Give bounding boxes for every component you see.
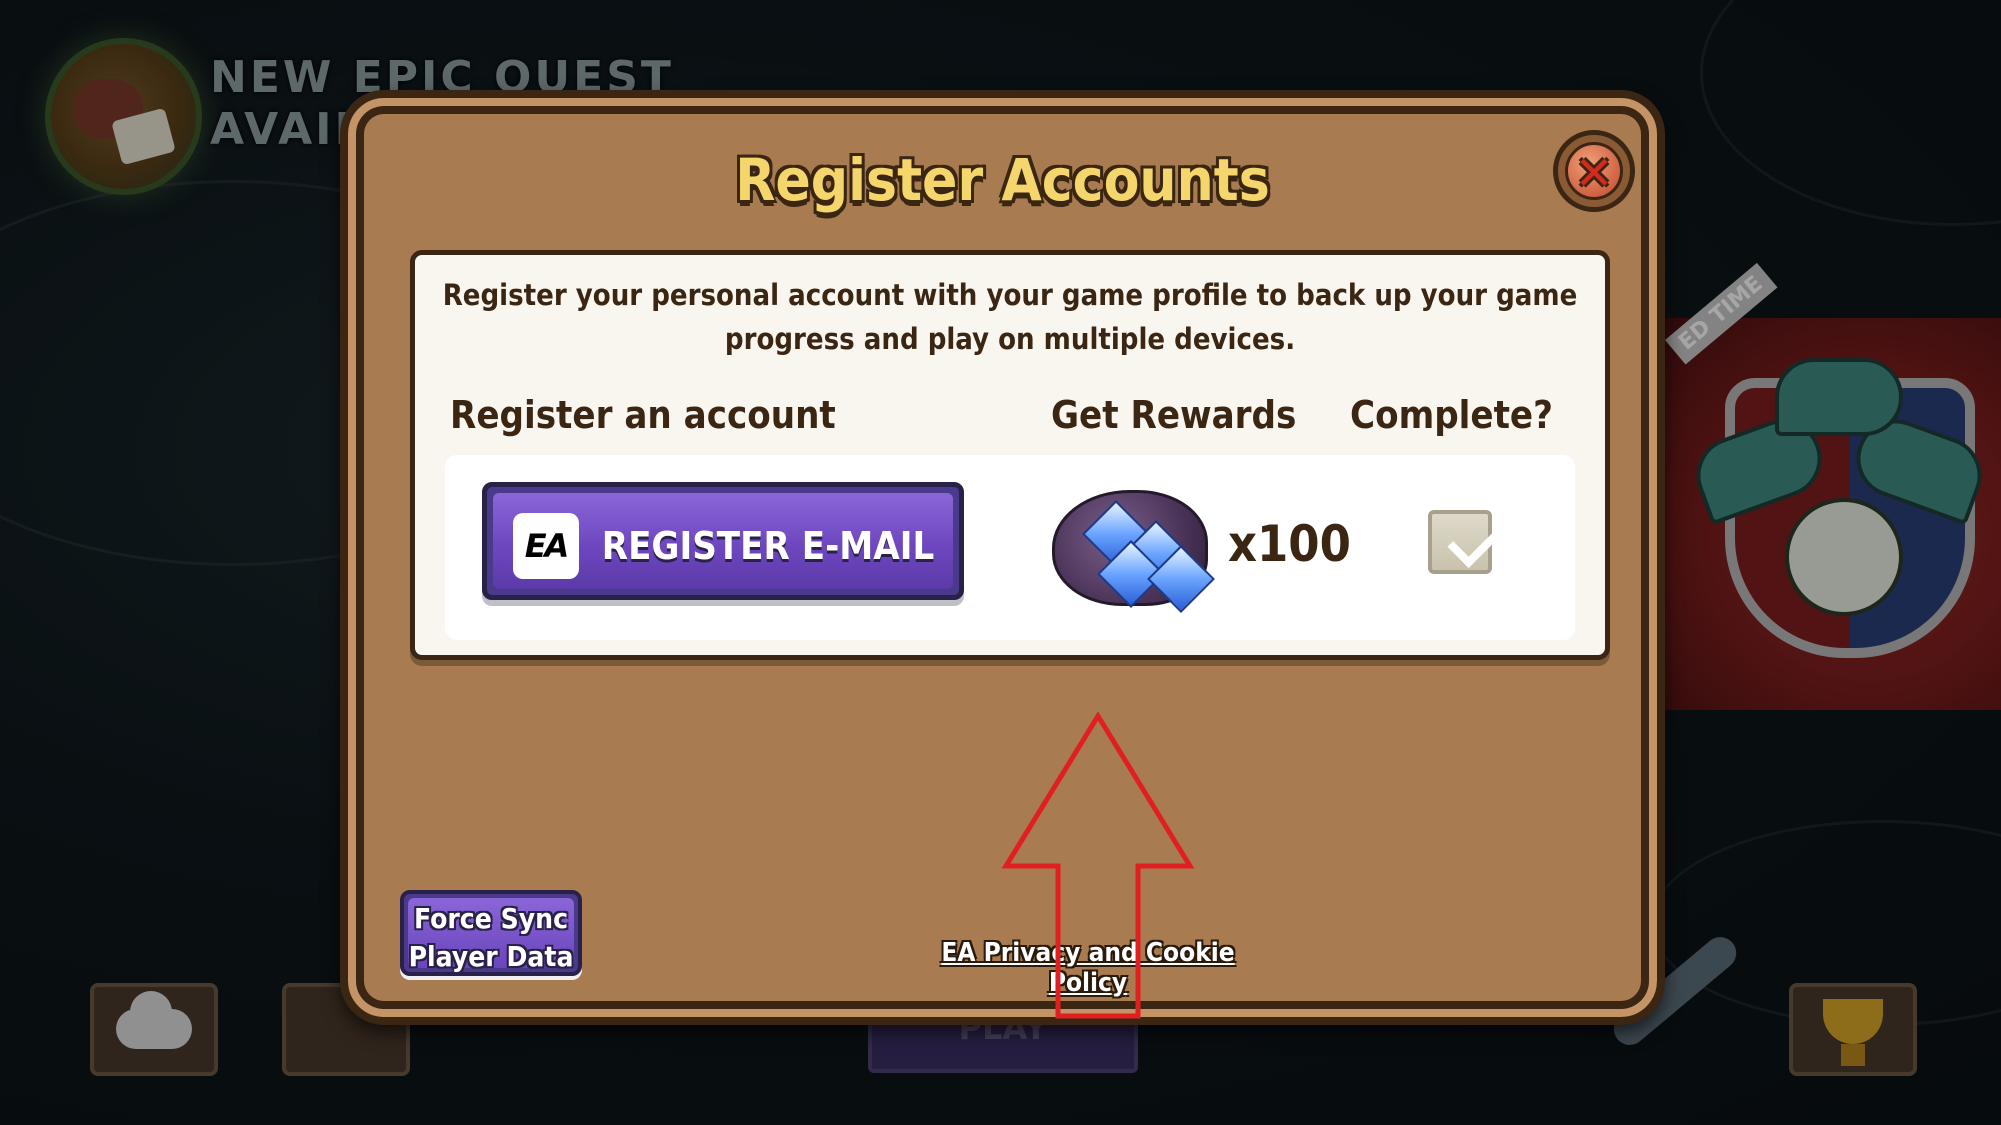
column-header-rewards: Get Rewards [1051,393,1297,437]
force-sync-button-face: Force Sync Player Data [408,898,574,973]
register-accounts-dialog: Register Accounts ✕ Register your person… [340,90,1665,1025]
intro-description: Register your personal account with your… [442,278,1578,356]
force-sync-button[interactable]: Force Sync Player Data [400,890,582,976]
close-x-icon: ✕ [1574,146,1614,200]
register-panel: Register your personal account with your… [410,250,1610,660]
game-screen: NEW EPIC QUEST AVAILA ED TIME PLAY Regis… [0,0,2001,1125]
column-header-register: Register an account [450,393,836,437]
column-header-complete: Complete? [1350,393,1553,437]
ea-logo-icon: EA [513,513,579,579]
register-email-label: REGISTER E-MAIL [601,524,935,568]
register-email-button-face: EA REGISTER E-MAIL [493,493,953,589]
checkmark-icon [1447,517,1499,569]
gem-bag-icon [1052,480,1222,613]
close-button[interactable]: ✕ [1553,130,1635,212]
annotation-arrow-icon [1001,711,1195,1019]
dialog-title: Register Accounts [735,146,1270,214]
force-sync-label: Force Sync Player Data [408,902,574,973]
reward-count: x100 [1228,515,1351,573]
close-button-face: ✕ [1565,142,1623,200]
register-row: EA REGISTER E-MAIL x100 [445,455,1575,640]
register-email-button[interactable]: EA REGISTER E-MAIL [482,482,964,600]
complete-checkbox [1428,510,1499,574]
